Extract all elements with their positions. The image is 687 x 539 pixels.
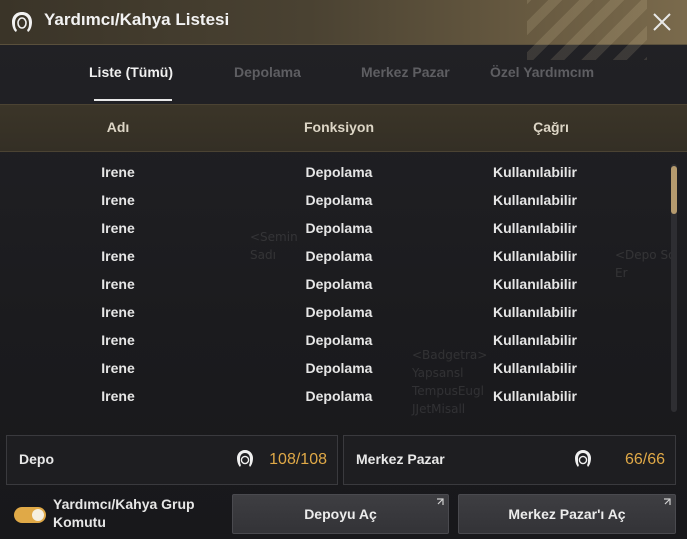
table-row[interactable]: Irene Depolama Kullanılabilir [0, 354, 660, 382]
tab-central-market[interactable]: Merkez Pazar [361, 64, 450, 80]
maid-icon [237, 450, 253, 467]
row-function-cell: Depolama [305, 304, 373, 320]
close-icon[interactable] [651, 11, 673, 33]
market-count-max: 66 [647, 451, 665, 468]
scrollbar-thumb[interactable] [671, 166, 677, 214]
row-function-cell: Depolama [305, 276, 373, 292]
row-summon-cell: Kullanılabilir [492, 388, 578, 404]
tab-storage[interactable]: Depolama [234, 64, 301, 80]
row-name-cell: Irene [101, 220, 135, 236]
storage-capacity-panel: Depo 108/108 [6, 435, 338, 485]
row-summon-cell: Kullanılabilir [492, 360, 578, 376]
tab-list-all[interactable]: Liste (Tümü) [89, 64, 173, 80]
maid-icon [575, 450, 591, 467]
table-row[interactable]: Irene Depolama Kullanılabilir [0, 158, 660, 186]
row-summon-cell: Kullanılabilir [492, 304, 578, 320]
helper-list-window: <Semin Sadı <Depo So Er <Badgetra> Yapsansl… [0, 0, 687, 539]
group-command-toggle[interactable] [14, 507, 46, 523]
row-function-cell: Depolama [305, 332, 373, 348]
row-name-cell: Irene [101, 164, 135, 180]
row-function-cell: Depolama [305, 388, 373, 404]
storage-label: Depo [19, 451, 54, 467]
window-title: Yardımcı/Kahya Listesi [44, 10, 230, 29]
helper-list: Irene Depolama Kullanılabilir Irene Depolama… [0, 158, 660, 412]
row-function-cell: Depolama [305, 248, 373, 264]
row-name-cell: Irene [101, 192, 135, 208]
table-row[interactable]: Irene Depolama Kullanılabilir [0, 242, 660, 270]
row-summon-cell: Kullanılabilir [492, 248, 578, 264]
table-row[interactable]: Irene Depolama Kullanılabilir [0, 186, 660, 214]
column-header-function: Fonksiyon [303, 119, 375, 135]
row-name-cell: Irene [101, 388, 135, 404]
row-function-cell: Depolama [305, 220, 373, 236]
group-command-label: Yardımcı/Kahya Grup Komutu [53, 496, 195, 530]
toggle-knob [32, 509, 44, 521]
tab-bar: Liste (Tümü) Depolama Merkez Pazar Özel … [0, 46, 687, 102]
maid-icon [12, 12, 32, 32]
market-count: 66/66 [624, 451, 665, 468]
row-summon-cell: Kullanılabilir [492, 164, 578, 180]
market-label: Merkez Pazar [356, 451, 445, 467]
market-count-current: 66 [624, 451, 643, 468]
column-header-summon: Çağrı [533, 119, 569, 135]
title-bar[interactable]: Yardımcı/Kahya Listesi [0, 0, 687, 60]
storage-count: 108/108 [269, 451, 327, 468]
row-summon-cell: Kullanılabilir [492, 192, 578, 208]
tab-my-special-helper[interactable]: Özel Yardımcım [490, 64, 594, 80]
row-summon-cell: Kullanılabilir [492, 276, 578, 292]
row-function-cell: Depolama [305, 360, 373, 376]
open-market-button-label: Merkez Pazar'ı Aç [508, 506, 626, 522]
row-name-cell: Irene [101, 360, 135, 376]
row-name-cell: Irene [101, 276, 135, 292]
storage-count-current: 108 [269, 451, 296, 468]
row-summon-cell: Kullanılabilir [492, 220, 578, 236]
table-row[interactable]: Irene Depolama Kullanılabilir [0, 382, 660, 410]
row-function-cell: Depolama [305, 192, 373, 208]
row-name-cell: Irene [101, 304, 135, 320]
table-row[interactable]: Irene Depolama Kullanılabilir [0, 298, 660, 326]
external-link-icon [664, 498, 671, 505]
row-function-cell: Depolama [305, 164, 373, 180]
row-name-cell: Irene [101, 248, 135, 264]
table-row[interactable]: Irene Depolama Kullanılabilir [0, 326, 660, 354]
market-capacity-panel: Merkez Pazar 66/66 [343, 435, 676, 485]
table-row[interactable]: Irene Depolama Kullanılabilir [0, 214, 660, 242]
table-row[interactable]: Irene Depolama Kullanılabilir [0, 270, 660, 298]
row-summon-cell: Kullanılabilir [492, 332, 578, 348]
storage-count-max: 108 [300, 451, 327, 468]
row-name-cell: Irene [101, 332, 135, 348]
open-market-button[interactable]: Merkez Pazar'ı Aç [458, 494, 676, 534]
active-tab-indicator [94, 99, 172, 101]
table-header: Adı Fonksiyon Çağrı [0, 104, 687, 152]
open-storage-button[interactable]: Depoyu Aç [232, 494, 449, 534]
open-storage-button-label: Depoyu Aç [304, 506, 377, 522]
external-link-icon [437, 498, 444, 505]
column-header-name: Adı [106, 119, 130, 135]
